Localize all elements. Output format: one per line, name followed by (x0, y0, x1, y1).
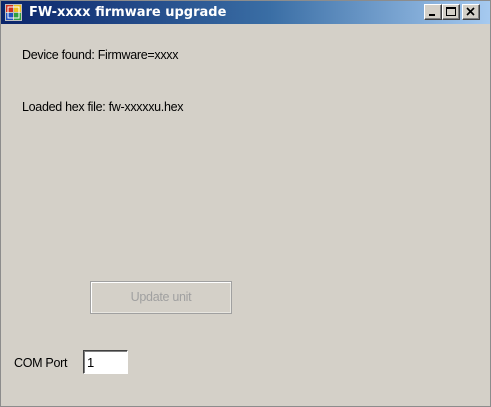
window-title: FW-xxxx firmware upgrade (29, 5, 227, 20)
update-unit-button[interactable]: Update unit (90, 281, 232, 314)
window-controls (424, 4, 480, 22)
app-icon[interactable] (5, 4, 22, 21)
minimize-button[interactable] (424, 4, 442, 20)
com-port-input[interactable] (83, 350, 128, 374)
device-status-label: Device found: Firmware=xxxx (22, 48, 179, 62)
close-button[interactable] (462, 4, 480, 20)
minimize-icon (429, 14, 435, 16)
com-port-label: COM Port (14, 356, 68, 370)
maximize-icon (446, 7, 456, 16)
hex-file-status-label: Loaded hex file: fw-xxxxxu.hex (22, 100, 184, 114)
app-window: FW-xxxx firmware upgrade Device found: F… (0, 0, 491, 407)
title-bar[interactable]: FW-xxxx firmware upgrade (1, 1, 490, 24)
close-icon (466, 7, 475, 16)
maximize-button[interactable] (442, 4, 460, 20)
